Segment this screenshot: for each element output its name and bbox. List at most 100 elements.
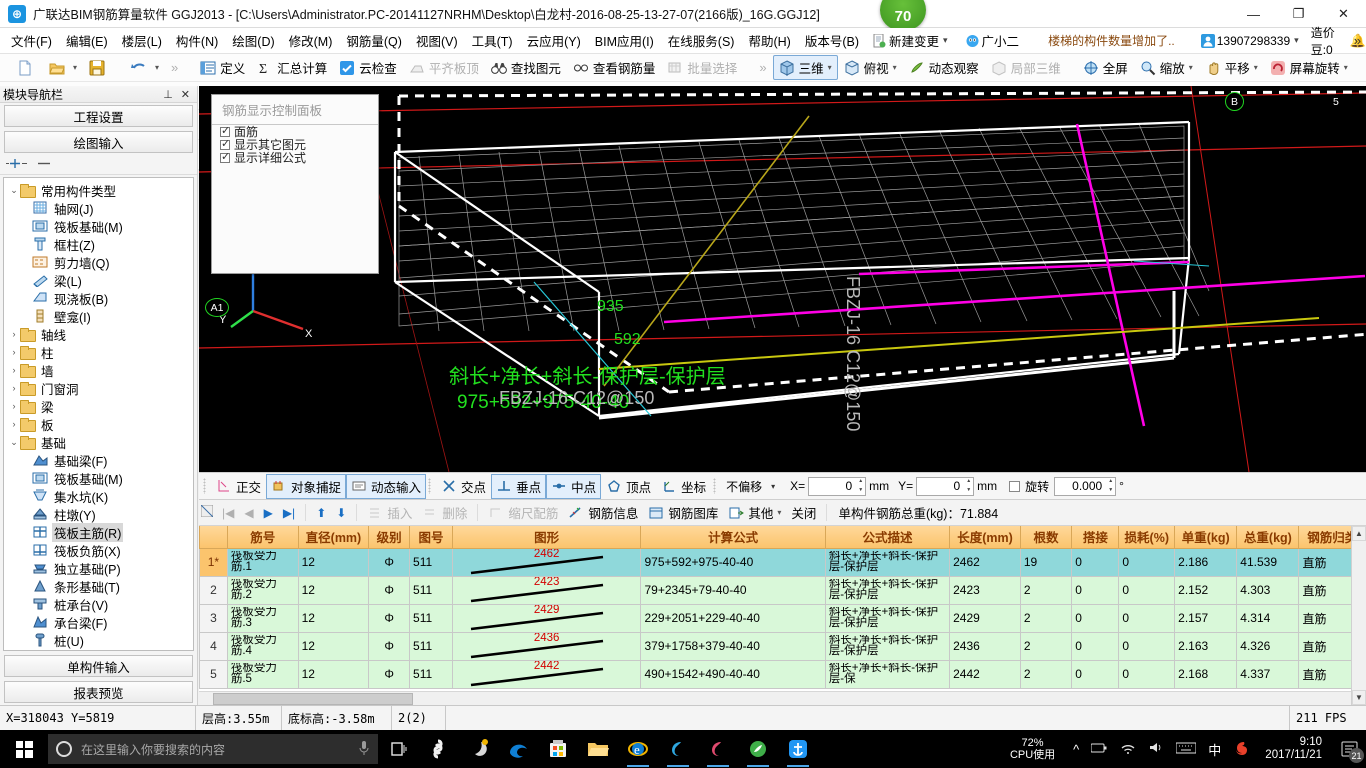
chevron-right-icon[interactable]: › [8, 419, 20, 429]
chevron-down-icon[interactable]: ▾ [1344, 63, 1348, 72]
table-horizontal-scrollbar[interactable] [199, 691, 1351, 705]
tray-expand-icon[interactable]: ^ [1067, 742, 1085, 757]
remove-component-icon[interactable] [36, 157, 52, 173]
cell-totalweight[interactable]: 4.326 [1236, 631, 1300, 661]
cell-shape[interactable]: 2442 [451, 659, 642, 689]
table-vertical-scrollbar[interactable]: ▲ ▼ [1351, 526, 1366, 705]
menu-floor[interactable]: 楼层(L) [115, 28, 169, 53]
undo-button[interactable]: ▾ [125, 57, 165, 79]
tree-item[interactable]: 柱墩(Y) [4, 505, 193, 523]
start-button[interactable] [0, 730, 48, 768]
cell-lap[interactable]: 0 [1071, 575, 1120, 605]
other-button[interactable]: 其他 ▾ [723, 502, 786, 523]
wifi-icon[interactable] [1114, 742, 1142, 757]
cloud-check-button[interactable]: 云检查 [333, 55, 403, 80]
chevron-down-icon[interactable]: ▾ [1294, 35, 1299, 46]
table-row[interactable]: 5 筏板受力筋.5 12 Φ 511 2442 490+1542+490-40-40 斜长+净… [199, 659, 1366, 689]
screen-rotate-button[interactable]: 屏幕旋转 ▾ [1264, 55, 1354, 80]
menu-tools[interactable]: 工具(T) [465, 28, 520, 53]
cell-diameter[interactable]: 12 [297, 659, 370, 689]
perpendicular-snap-toggle[interactable]: 垂点 [491, 473, 547, 499]
cell-totalweight[interactable]: 4.303 [1236, 575, 1300, 605]
cell-description[interactable]: 斜长+净长+斜长-保护层-保护层 [824, 631, 951, 661]
browser-red-icon[interactable] [698, 730, 738, 768]
cell-shape[interactable]: 2436 [451, 631, 642, 661]
th-length[interactable]: 长度(mm) [949, 526, 1021, 549]
cell-loss[interactable]: 0 [1118, 603, 1176, 633]
cell-figno[interactable]: 511 [409, 631, 453, 661]
move-up-button[interactable]: ⬆ [311, 506, 331, 520]
cell-name[interactable]: 筏板受力筋.1 [226, 547, 299, 577]
cell-shape[interactable]: 2429 [451, 603, 642, 633]
th-totalweight[interactable]: 总重(kg) [1236, 526, 1300, 549]
menu-edit[interactable]: 编辑(E) [59, 28, 115, 53]
menu-rebar-qty[interactable]: 钢筋量(Q) [339, 28, 409, 53]
cell-shape[interactable]: 2423 [451, 575, 642, 605]
assistant-button[interactable]: 广小二 [959, 28, 1027, 53]
chevron-right-icon[interactable]: › [8, 401, 20, 411]
y-offset-input[interactable]: 0 [916, 476, 975, 496]
tree-item[interactable]: 独立基础(P) [4, 559, 193, 577]
th-figno[interactable]: 图号 [409, 526, 453, 549]
cell-grade[interactable]: Φ [368, 659, 411, 689]
midpoint-snap-toggle[interactable]: 中点 [546, 473, 602, 499]
tree-item[interactable]: 桩(U) [4, 631, 193, 649]
chevron-down-icon[interactable]: ▾ [73, 63, 77, 72]
file-explorer-icon[interactable] [578, 730, 618, 768]
cell-length[interactable]: 2429 [949, 603, 1021, 633]
tree-folder[interactable]: › 轴线 [4, 325, 193, 343]
pin-icon[interactable]: ⊥ [159, 88, 177, 101]
find-element-button[interactable]: 查找图元 [485, 55, 567, 80]
partial-3d-button[interactable]: 局部三维 [985, 55, 1067, 80]
cell-lap[interactable]: 0 [1071, 547, 1120, 577]
grid-corner-icon[interactable] [200, 504, 214, 520]
rebar-option-row[interactable]: 显示详细公式 [212, 150, 378, 165]
tree-folder[interactable]: › 柱 [4, 343, 193, 361]
task-view-button[interactable] [378, 730, 418, 768]
tree-item[interactable]: 剪力墙(Q) [4, 253, 193, 271]
cell-lap[interactable]: 0 [1071, 659, 1120, 689]
cell-diameter[interactable]: 12 [297, 603, 370, 633]
toolbar-grip[interactable] [203, 478, 206, 494]
chevron-down-icon[interactable]: ▾ [1189, 63, 1193, 72]
th-grade[interactable]: 级别 [368, 526, 411, 549]
chevron-down-icon[interactable]: ▾ [893, 63, 897, 72]
menu-file[interactable]: 文件(F) [4, 28, 59, 53]
cell-name[interactable]: 筏板受力筋.2 [226, 575, 299, 605]
menu-view[interactable]: 视图(V) [409, 28, 465, 53]
tree-item[interactable]: 现浇板(B) [4, 289, 193, 307]
cortana-app-icon[interactable] [418, 730, 458, 768]
chevron-right-icon[interactable]: › [8, 383, 20, 393]
menu-help[interactable]: 帮助(H) [741, 28, 797, 53]
tree-item[interactable]: 基础板带(W) [4, 649, 193, 650]
vertex-snap-toggle[interactable]: 顶点 [601, 474, 656, 499]
cell-unitweight[interactable]: 2.152 [1174, 575, 1238, 605]
toolbar-overflow-mid[interactable]: » [753, 57, 772, 78]
store-icon[interactable] [538, 730, 578, 768]
single-component-input-button[interactable]: 单构件输入 [4, 655, 193, 677]
cell-unitweight[interactable]: 2.163 [1174, 631, 1238, 661]
th-loss[interactable]: 损耗(%) [1118, 526, 1176, 549]
menu-draw[interactable]: 绘图(D) [225, 28, 281, 53]
nav-last-button[interactable]: ▶| [278, 506, 300, 520]
chevron-down-icon[interactable]: ⌄ [8, 185, 20, 196]
scale-rebar-button[interactable]: 缩尺配筋 [483, 502, 563, 523]
cell-length[interactable]: 2442 [949, 659, 1021, 689]
tree-item[interactable]: 承台梁(F) [4, 613, 193, 631]
tree-folder[interactable]: › 板 [4, 415, 193, 433]
version-badge[interactable]: 70 [880, 0, 926, 30]
checkbox-icon[interactable] [220, 124, 230, 137]
th-name[interactable]: 筋号 [226, 526, 299, 549]
pan-button[interactable]: 平移 ▾ [1199, 55, 1264, 80]
cell-name[interactable]: 筏板受力筋.5 [226, 659, 299, 689]
th-unitweight[interactable]: 单重(kg) [1174, 526, 1238, 549]
scroll-down-button[interactable]: ▼ [1352, 690, 1366, 705]
cell-diameter[interactable]: 12 [297, 575, 370, 605]
rebar-library-button[interactable]: 钢筋图库 [643, 502, 723, 523]
tree-folder[interactable]: ⌄ 基础 [4, 433, 193, 451]
tree-item[interactable]: 桩承台(V) [4, 595, 193, 613]
chevron-down-icon[interactable]: ▾ [828, 63, 832, 72]
tree-folder[interactable]: › 门窗洞 [4, 379, 193, 397]
cell-length[interactable]: 2423 [949, 575, 1021, 605]
cell-figno[interactable]: 511 [409, 603, 453, 633]
